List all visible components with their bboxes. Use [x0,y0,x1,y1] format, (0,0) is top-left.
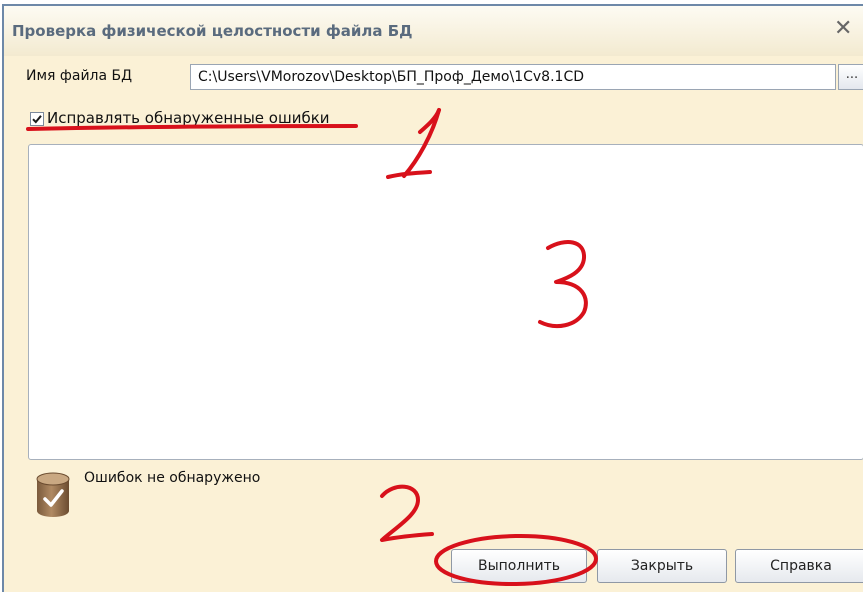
db-file-path-field[interactable]: C:\Users\VMorozov\Desktop\БП_Проф_Демо\1… [190,64,836,90]
checkmark-icon [32,115,42,124]
db-file-label: Имя файла БД [26,68,133,84]
fix-errors-checkbox[interactable] [30,112,44,126]
help-button[interactable]: Справка [735,549,863,583]
window-title: Проверка физической целостности файла БД [12,22,413,40]
close-button[interactable]: Закрыть [597,549,727,583]
close-icon[interactable]: ✕ [834,18,852,40]
check-log-area[interactable] [28,144,863,460]
browse-button[interactable]: ... [838,64,863,90]
fix-errors-label[interactable]: Исправлять обнаруженные ошибки [47,109,330,127]
status-text: Ошибок не обнаружено [84,470,261,486]
title-bar[interactable]: Проверка физической целостности файла БД… [4,6,863,56]
check-db-integrity-dialog: Проверка физической целостности файла БД… [2,4,863,592]
run-button[interactable]: Выполнить [451,549,587,583]
database-check-icon [36,472,70,517]
